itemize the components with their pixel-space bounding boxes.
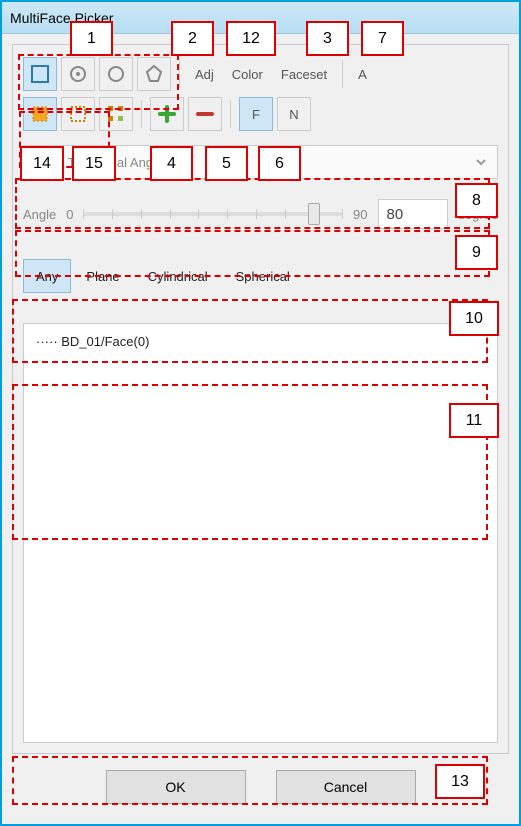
- list-item[interactable]: ····· BD_01/Face(0): [36, 334, 485, 349]
- angle-min: 0: [66, 207, 73, 222]
- angle-max: 90: [353, 207, 367, 222]
- face-type-any[interactable]: Any: [23, 259, 71, 293]
- toolbar-2: F N: [23, 97, 498, 131]
- adj-button[interactable]: Adj: [188, 57, 221, 91]
- angle-row: Angle 0 90 degree: [23, 199, 498, 229]
- shape-polygon-button[interactable]: [137, 57, 171, 91]
- add-button[interactable]: [150, 97, 184, 131]
- separator: [230, 100, 231, 128]
- method-dropdown[interactable]: Edge Tangential Angle: [23, 145, 498, 179]
- face-type-plane[interactable]: Plane: [73, 259, 132, 293]
- toolbar-1: Adj Color Faceset A: [23, 57, 498, 91]
- face-type-cylindrical[interactable]: Cylindrical: [135, 259, 221, 293]
- method-label: Edge Tangential Angle: [34, 155, 163, 170]
- sel-pattern-button[interactable]: [99, 97, 133, 131]
- shape-circle-dot-button[interactable]: [61, 57, 95, 91]
- main-panel: Adj Color Faceset A: [12, 44, 509, 754]
- sel-outer-button[interactable]: [61, 97, 95, 131]
- angle-unit: degree: [458, 207, 498, 222]
- separator: [141, 100, 142, 128]
- separator: [342, 60, 343, 88]
- angle-label: Angle: [23, 207, 56, 222]
- f-button[interactable]: F: [239, 97, 273, 131]
- n-button[interactable]: N: [277, 97, 311, 131]
- color-button[interactable]: Color: [225, 57, 270, 91]
- titlebar: MultiFace Picker: [2, 2, 519, 34]
- sel-inner-button[interactable]: [23, 97, 57, 131]
- window-title: MultiFace Picker: [10, 10, 113, 26]
- dialog-buttons: OK Cancel: [12, 770, 509, 804]
- shape-circle-button[interactable]: [99, 57, 133, 91]
- shape-box-button[interactable]: [23, 57, 57, 91]
- faceset-button[interactable]: Faceset: [274, 57, 334, 91]
- angle-input[interactable]: [378, 199, 448, 229]
- face-type-row: AnyPlaneCylindricalSpherical: [23, 259, 498, 293]
- cancel-button[interactable]: Cancel: [276, 770, 416, 804]
- separator: [179, 60, 180, 88]
- angle-slider[interactable]: [83, 212, 343, 216]
- face-list[interactable]: ····· BD_01/Face(0): [23, 323, 498, 743]
- ok-button[interactable]: OK: [106, 770, 246, 804]
- remove-button[interactable]: [188, 97, 222, 131]
- face-type-spherical[interactable]: Spherical: [223, 259, 303, 293]
- a-button[interactable]: A: [351, 57, 374, 91]
- chevron-down-icon: [475, 156, 487, 168]
